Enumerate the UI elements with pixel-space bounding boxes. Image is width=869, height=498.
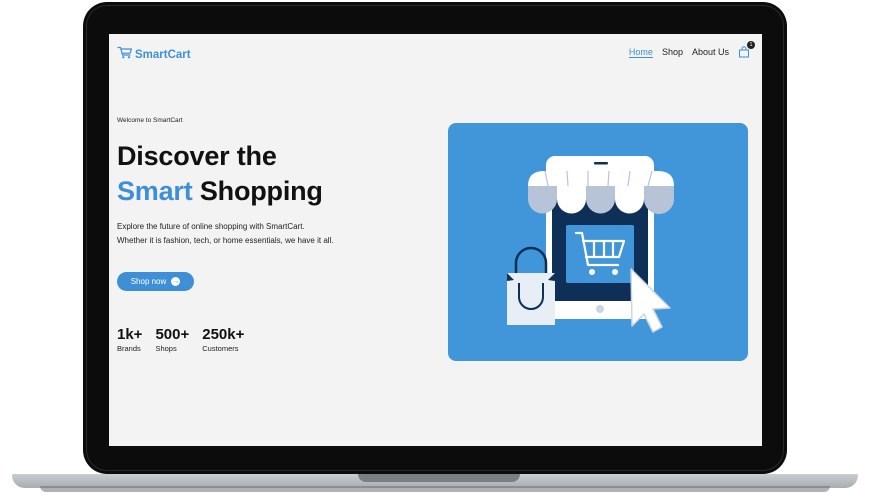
brand-name: SmartCart (135, 49, 191, 61)
stat-value: 250k+ (202, 326, 245, 343)
laptop-screen: SmartCart Home Shop About Us 1 Welcome t… (109, 34, 762, 446)
shopping-bag-icon[interactable]: 1 (738, 41, 755, 58)
stat-label: Shops (155, 344, 177, 353)
stat-value: 1k+ (117, 326, 143, 343)
main-nav: Home Shop About Us 1 (629, 41, 755, 58)
awning-scallops (528, 186, 674, 214)
headline-line-1: Discover the (117, 141, 277, 171)
headline-rest: Shopping (199, 176, 323, 206)
shop-now-button[interactable]: Shop now → (117, 272, 194, 291)
hero-illustration-card (448, 123, 748, 361)
nav-home-link[interactable]: Home (629, 47, 653, 57)
stat-label: Brands (117, 344, 141, 353)
laptop-opening-notch (358, 474, 520, 482)
stat-value: 500+ (155, 326, 190, 343)
phone-speaker (594, 162, 608, 165)
bag-body (507, 273, 555, 325)
description-line-1: Explore the future of online shopping wi… (117, 222, 305, 231)
brand-logo[interactable]: SmartCart (117, 46, 191, 64)
hero-headline: Discover the Smart Shopping (117, 139, 323, 209)
bag-back-handle (514, 246, 548, 273)
headline-accent-word: Smart (117, 176, 193, 206)
arrow-right-icon: → (171, 277, 181, 286)
stat-label: Customers (202, 344, 239, 353)
stat-customers: 250k+ Customers (202, 326, 244, 354)
cart-count-badge: 1 (747, 41, 755, 49)
stat-brands: 1k+ Brands (117, 326, 142, 354)
welcome-text: Welcome to SmartCart (117, 117, 183, 124)
hero-description: Explore the future of online shopping wi… (117, 220, 407, 248)
nav-about-link[interactable]: About Us (692, 47, 729, 57)
description-line-2: Whether it is fashion, tech, or home ess… (117, 236, 334, 245)
nav-shop-link[interactable]: Shop (662, 47, 683, 57)
shop-now-label: Shop now (130, 277, 167, 286)
awning-top (528, 171, 674, 186)
laptop-base-shadow (40, 486, 830, 492)
phone-home-button (596, 305, 604, 313)
shopping-cart-icon (117, 46, 133, 64)
online-store-illustration (507, 156, 674, 333)
stats-row: 1k+ Brands 500+ Shops 250k+ Customers (117, 326, 244, 354)
stat-shops: 500+ Shops (155, 326, 189, 354)
